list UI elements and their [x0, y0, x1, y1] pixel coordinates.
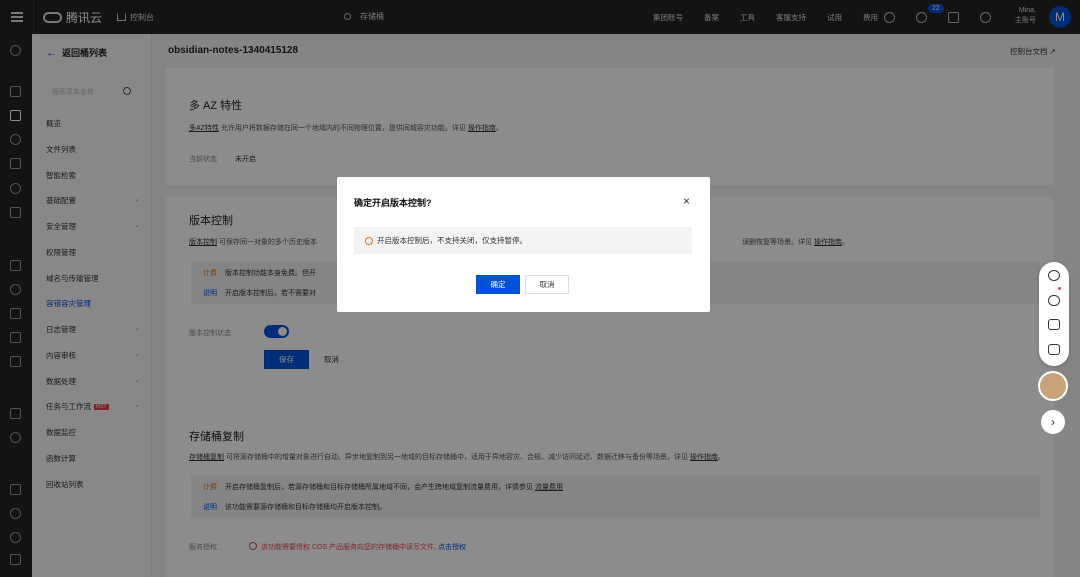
- message-icon[interactable]: [1048, 344, 1060, 355]
- book-icon[interactable]: [1048, 319, 1060, 330]
- notification-dot: [1058, 287, 1061, 290]
- confirm-dialog: 确定开启版本控制? × 开启版本控制后，不支持关闭，仅支持暂停。 确定 取消: [337, 177, 710, 312]
- dialog-title: 确定开启版本控制?: [354, 198, 432, 208]
- warning-icon: [365, 236, 373, 245]
- dialog-alert: 开启版本控制后，不支持关闭，仅支持暂停。: [354, 227, 692, 254]
- cloud-icon[interactable]: [1048, 295, 1060, 306]
- assistant-avatar[interactable]: [1038, 371, 1068, 401]
- alert-text: 开启版本控制后，不支持关闭，仅支持暂停。: [377, 236, 527, 245]
- confirm-button[interactable]: 确定: [476, 275, 520, 294]
- headset-icon[interactable]: [1048, 270, 1060, 281]
- floating-toolbar: [1039, 262, 1069, 366]
- cancel-button[interactable]: 取消: [525, 275, 569, 294]
- close-icon[interactable]: ×: [683, 194, 690, 208]
- chevron-right-icon[interactable]: ›: [1041, 410, 1065, 434]
